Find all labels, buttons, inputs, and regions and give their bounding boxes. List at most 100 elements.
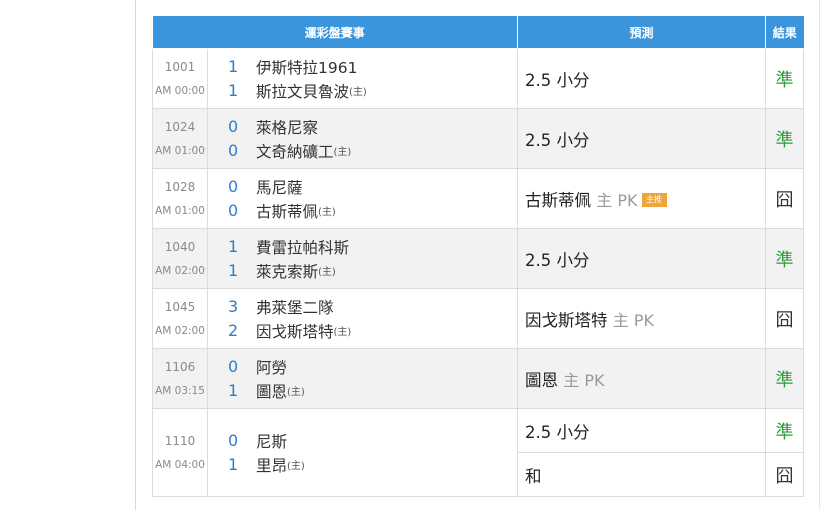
away-score: 1 (228, 237, 239, 256)
home-team-line: 1 里昂 (主) (228, 453, 517, 477)
match-time-cell: 1106 AM 03:15 (152, 348, 208, 409)
away-team-name: 費雷拉帕科斯 (256, 238, 350, 257)
result-cell: 準 (765, 228, 805, 289)
table-row: 1024 AM 01:00 0 萊格尼察 0 文奇納礦工 (主) 2.5 小分 準 (152, 108, 805, 169)
home-score: 1 (228, 81, 239, 100)
match-time-cell: 1045 AM 02:00 (152, 288, 208, 349)
home-score: 1 (228, 381, 239, 400)
prediction-pick: 古斯蒂佩 (525, 190, 592, 210)
away-team-name: 馬尼薩 (256, 178, 303, 197)
header-prediction: 預測 (517, 16, 767, 49)
teams-cell: 0 阿勞 1 圖恩 (主) (206, 348, 519, 409)
away-team-line: 3 弗萊堡二隊 (228, 295, 517, 319)
away-team-name: 尼斯 (256, 432, 288, 451)
prediction-cell: 2.5 小分 (517, 108, 767, 169)
teams-cell: 1 伊斯特拉1961 1 斯拉文貝魯波 (主) (206, 48, 519, 109)
teams-cell: 0 萊格尼察 0 文奇納礦工 (主) (206, 108, 519, 169)
table-row: 1110 AM 04:00 0 尼斯 1 里昂 (主) 2.5 小分 準 (152, 408, 805, 497)
home-score: 1 (228, 261, 239, 280)
home-team-name: 圖恩 (256, 382, 288, 401)
prediction-pick: 圖恩 (525, 370, 559, 390)
home-team-line: 2 因戈斯塔特 (主) (228, 319, 517, 343)
table-header-row: 運彩盤賽事 預測 結果 (152, 16, 804, 49)
result-mark: 準 (775, 249, 794, 271)
featured-badge: 主推 (641, 193, 667, 207)
result-cell: 準 (765, 348, 805, 409)
result-cell: 囧 (765, 452, 805, 497)
teams-cell: 0 尼斯 1 里昂 (主) (206, 408, 519, 497)
result-cell: 囧 (765, 288, 805, 349)
home-team-line: 1 萊克索斯 (主) (228, 259, 517, 283)
away-score: 3 (228, 297, 239, 316)
away-team-name: 阿勞 (256, 358, 288, 377)
match-time: AM 02:00 (155, 264, 205, 277)
result-cell: 囧 (765, 168, 805, 229)
home-team-line: 0 古斯蒂佩 (主) (228, 199, 517, 223)
away-score: 0 (228, 117, 239, 136)
table-row: 1106 AM 03:15 0 阿勞 1 圖恩 (主) 圖恩 主 PK 準 (152, 348, 805, 409)
home-tag: (主) (333, 327, 352, 338)
prediction-pick: 和 (525, 466, 542, 486)
home-tag: (主) (287, 387, 305, 398)
prediction-handicap: 主 PK (596, 190, 638, 210)
away-score: 0 (228, 431, 239, 450)
table-row: 1001 AM 00:00 1 伊斯特拉1961 1 斯拉文貝魯波 (主) 2.5 小分 準 (152, 48, 805, 109)
match-time: AM 03:15 (155, 384, 205, 397)
result-mark: 準 (775, 129, 794, 151)
match-id: 1040 (164, 239, 196, 254)
home-team-name: 萊克索斯 (256, 262, 319, 281)
away-team-line: 1 費雷拉帕科斯 (228, 235, 517, 259)
result-mark: 準 (775, 421, 794, 443)
result-mark: 囧 (775, 309, 794, 331)
home-tag: (主) (318, 267, 336, 278)
home-tag: (主) (333, 147, 352, 158)
result-cell: 準 (765, 108, 805, 169)
result-mark: 準 (775, 69, 794, 91)
home-team-name: 文奇納礦工 (256, 142, 334, 161)
result-mark: 囧 (775, 189, 794, 211)
featured-badge-label: 主推 (646, 195, 662, 204)
prediction-cell: 2.5 小分 (517, 48, 767, 109)
away-team-line: 0 尼斯 (228, 429, 517, 453)
home-score: 2 (228, 321, 239, 340)
match-time: AM 04:00 (155, 458, 205, 471)
teams-cell: 1 費雷拉帕科斯 1 萊克索斯 (主) (206, 228, 519, 289)
result-cell: 準 (765, 408, 805, 453)
match-time: AM 01:00 (155, 144, 205, 157)
prediction-cell: 2.5 小分 (517, 408, 767, 453)
match-time: AM 00:00 (155, 84, 205, 97)
table-row: 1045 AM 02:00 3 弗萊堡二隊 2 因戈斯塔特 (主) 因戈斯塔特 主 PK 囧 (152, 288, 805, 349)
header-match: 運彩盤賽事 (152, 16, 519, 49)
prediction-pick: 因戈斯塔特 (525, 310, 608, 330)
left-panel (0, 0, 136, 510)
match-id: 1106 (164, 359, 196, 374)
away-score: 1 (228, 57, 239, 76)
prediction-cell: 古斯蒂佩 主 PK 主推 (517, 168, 767, 229)
match-time: AM 02:00 (155, 324, 205, 337)
home-team-line: 1 圖恩 (主) (228, 379, 517, 403)
prediction-cell: 圖恩 主 PK (517, 348, 767, 409)
table-body: 1001 AM 00:00 1 伊斯特拉1961 1 斯拉文貝魯波 (主) 2.5 小分準 10… (152, 48, 805, 497)
table-row: 1040 AM 02:00 1 費雷拉帕科斯 1 萊克索斯 (主) 2.5 小分 準 (152, 228, 805, 289)
prediction-cell: 因戈斯塔特 主 PK (517, 288, 767, 349)
prediction-pick: 2.5 小分 (525, 130, 590, 150)
home-tag: (主) (349, 87, 367, 98)
teams-cell: 3 弗萊堡二隊 2 因戈斯塔特 (主) (206, 288, 519, 349)
home-team-name: 因戈斯塔特 (256, 322, 334, 341)
match-time-cell: 1110 AM 04:00 (152, 408, 208, 497)
prediction-cell: 和 (517, 452, 767, 497)
home-team-name: 古斯蒂佩 (256, 202, 319, 221)
prediction-cell: 2.5 小分 (517, 228, 767, 289)
result-mark: 準 (775, 369, 794, 391)
prediction-pick: 2.5 小分 (525, 70, 590, 90)
away-team-name: 萊格尼察 (256, 118, 319, 137)
away-team-name: 弗萊堡二隊 (256, 298, 334, 317)
match-time: AM 01:00 (155, 204, 205, 217)
home-tag: (主) (287, 461, 305, 472)
header-result: 結果 (765, 16, 804, 49)
away-team-line: 0 馬尼薩 (228, 175, 517, 199)
right-divider (819, 0, 820, 510)
home-score: 0 (228, 141, 239, 160)
home-score: 0 (228, 201, 239, 220)
teams-cell: 0 馬尼薩 0 古斯蒂佩 (主) (206, 168, 519, 229)
